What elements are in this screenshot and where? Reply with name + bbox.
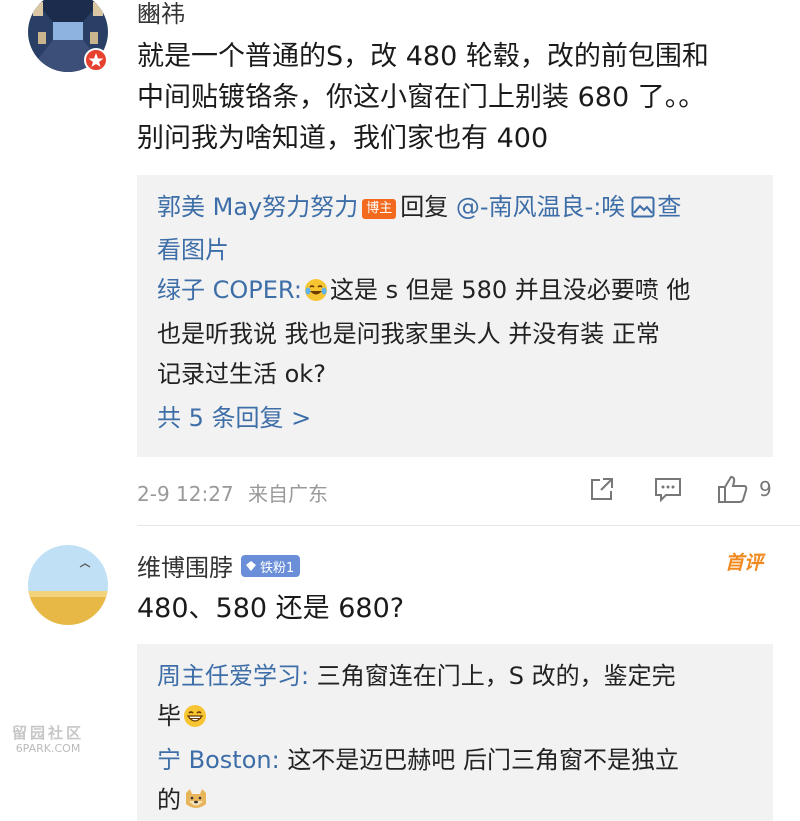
reply-author[interactable]: 绿子 COPER: <box>157 276 302 304</box>
comment-body: 480、580 还是 680? <box>137 593 405 624</box>
watermark: 留园社区 6PARK.COM <box>12 725 84 757</box>
like-count: 9 <box>759 477 772 501</box>
reply-text: 也是听我说 我也是问我家里头人 并没有装 正常 <box>157 320 660 348</box>
doge-emoji-icon <box>183 784 209 821</box>
verified-badge-icon <box>84 48 108 72</box>
comment-meta: 2-9 12:27 来自广东 <box>137 478 328 507</box>
timestamp: 2-9 12:27 <box>137 482 234 506</box>
reply-item[interactable]: 绿子 COPER: 这是 s 但是 580 并且没必要喷 他 <box>157 270 753 314</box>
thumbs-up-icon <box>718 475 748 503</box>
first-comment-badge: 首评 <box>725 552 764 574</box>
reply-text: 记录过生活 ok? <box>157 360 326 388</box>
reply-verb: 回复 <box>400 193 449 221</box>
comment-body-line: 别问我为啥知道，我们家也有 400 <box>137 123 549 154</box>
reply-item[interactable]: 郭美 May努力努力 博主 回复 @-南风温良-:唉 查 <box>157 187 753 230</box>
reply-text: 毕 <box>157 702 181 730</box>
share-button[interactable] <box>589 476 615 502</box>
comment-card: 维博围脖 铁粉1 首评 480、580 还是 680? 周主任爱学习: 三角窗连在… <box>0 526 800 821</box>
reply-text: 这是 s 但是 580 并且没必要喷 他 <box>329 276 691 304</box>
more-replies-link[interactable]: 共 5 条回复 > <box>157 398 753 438</box>
comment-button[interactable] <box>654 476 682 502</box>
reply-text: 这不是迈巴赫吧 后门三角窗不是独立 <box>287 746 679 774</box>
watermark-subtext: 6PARK.COM <box>15 742 81 755</box>
view-image-link[interactable]: 看图片 <box>157 230 753 270</box>
username[interactable]: 维博围脖 铁粉1 <box>137 548 301 583</box>
reply-item: 毕 <box>157 696 753 740</box>
laughing-crying-emoji-icon <box>304 274 328 314</box>
username[interactable]: 豳祎 <box>137 0 185 29</box>
comment-body-line: 就是一个普通的S，改 480 轮毂，改的前包围和 <box>137 41 709 72</box>
username-text[interactable]: 维博围脖 <box>137 554 233 582</box>
grin-emoji-icon <box>183 700 207 740</box>
reply-text: 的 <box>157 786 181 814</box>
reply-item[interactable]: 宁 Boston: 这不是迈巴赫吧 后门三角窗不是独立 <box>157 740 753 780</box>
reply-text: 三角窗连在门上，S 改的，鉴定完 <box>316 662 676 690</box>
fan-badge-label: 铁粉1 <box>260 560 295 576</box>
reply-author[interactable]: 周主任爱学习: <box>157 662 309 690</box>
like-button[interactable]: 9 <box>717 474 772 504</box>
reply-item: 的 <box>157 780 753 821</box>
avatar-image-field <box>28 545 108 625</box>
reply-author[interactable]: 宁 Boston: <box>157 746 280 774</box>
image-icon[interactable] <box>631 190 655 230</box>
reply-box: 郭美 May努力努力 博主 回复 @-南风温良-:唉 查 看图片 绿子 COPER: 这… <box>137 175 773 457</box>
comment-body: 就是一个普通的S，改 480 轮毂，改的前包围和 中间贴镀铬条，你这小窗在门上别… <box>137 36 777 159</box>
source-location: 来自广东 <box>248 482 329 506</box>
comment-card: 豳祎 就是一个普通的S，改 480 轮毂，改的前包围和 中间贴镀铬条，你这小窗在… <box>0 0 800 525</box>
reply-item[interactable]: 周主任爱学习: 三角窗连在门上，S 改的，鉴定完 <box>157 656 753 696</box>
comment-icon <box>655 478 681 502</box>
view-image-link[interactable]: 查 <box>657 193 681 221</box>
reply-box: 周主任爱学习: 三角窗连在门上，S 改的，鉴定完 毕 宁 Boston: 这不是… <box>137 644 773 821</box>
watermark-text: 留园社区 <box>12 724 85 742</box>
share-icon <box>591 478 613 500</box>
reply-author[interactable]: 郭美 May努力努力 <box>157 193 358 221</box>
host-badge: 博主 <box>362 199 397 219</box>
avatar[interactable] <box>28 545 108 625</box>
fan-badge: 铁粉1 <box>241 555 301 577</box>
diamond-icon <box>246 561 256 571</box>
comment-body-line: 中间贴镀铬条，你这小窗在门上别装 680 了。。 <box>137 82 706 113</box>
reply-mention[interactable]: @-南风温良-:唉 <box>456 193 625 221</box>
